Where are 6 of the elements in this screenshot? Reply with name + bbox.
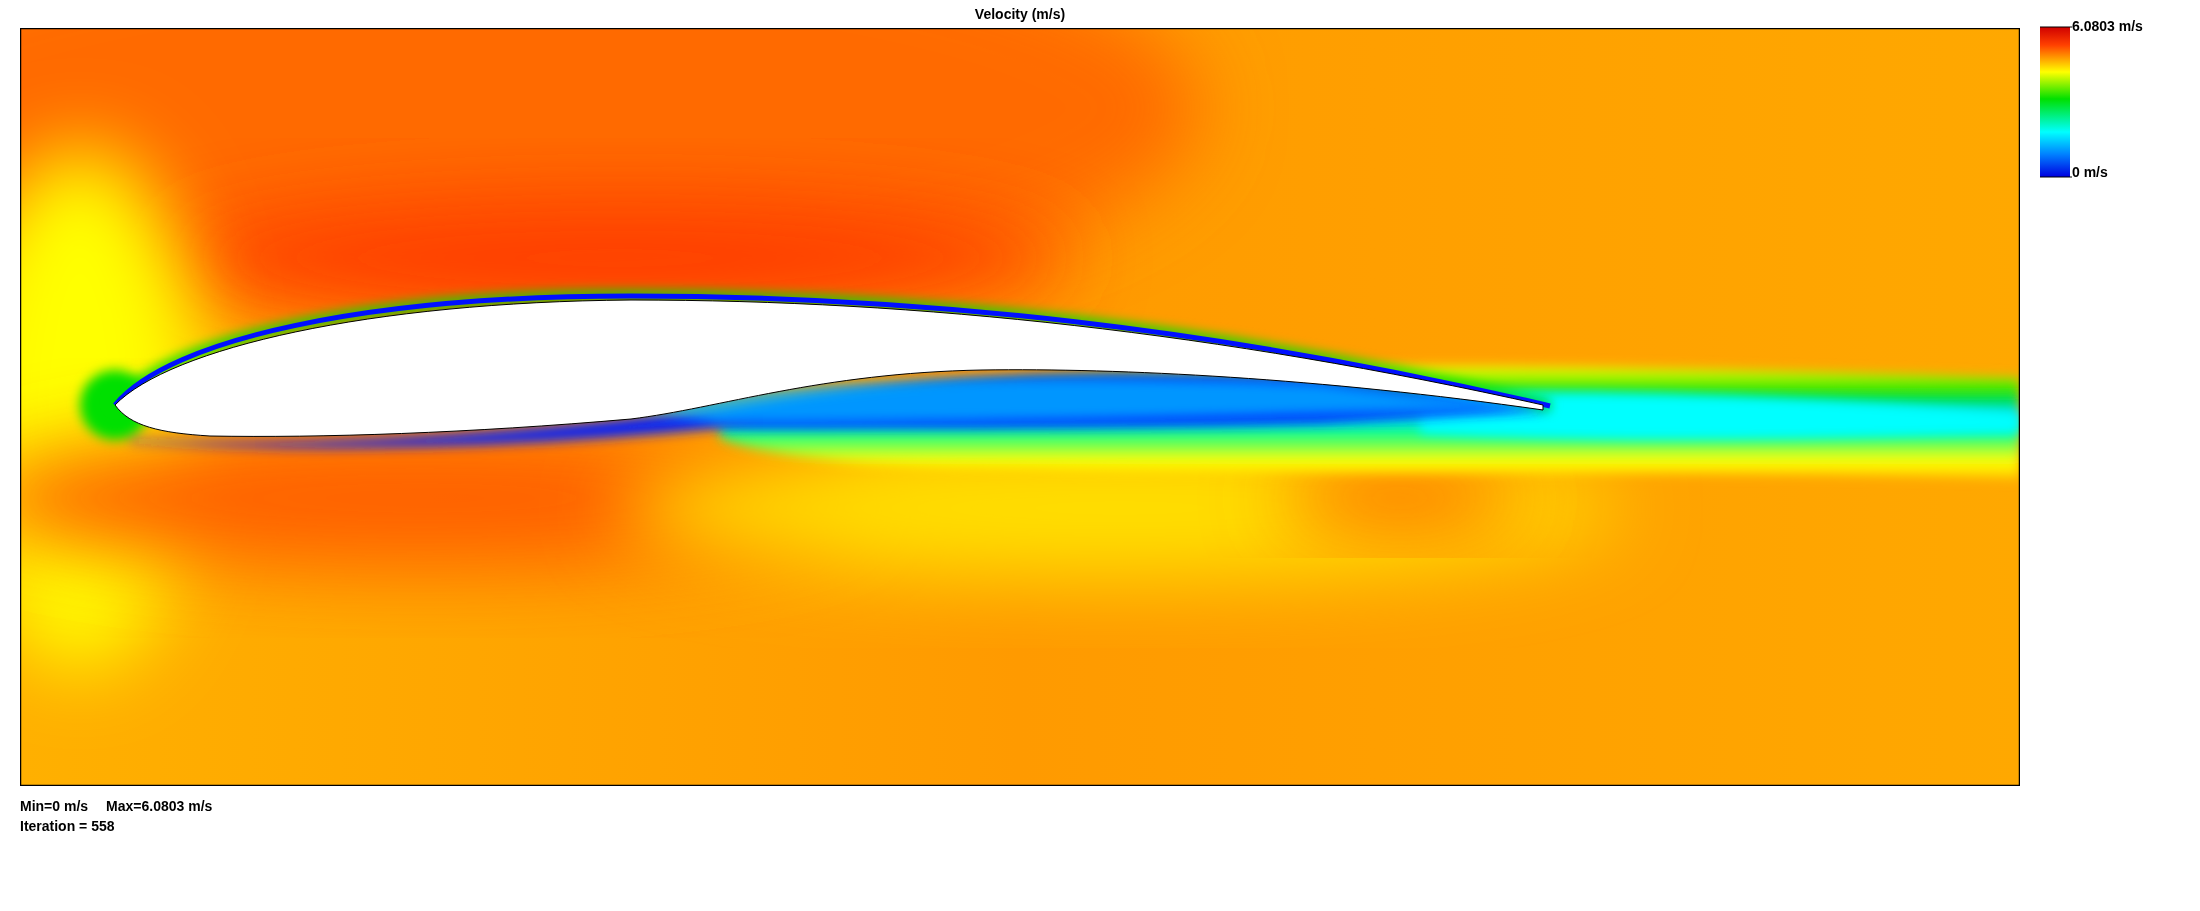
scale-max-label: 6.0803 m/s: [2072, 18, 2143, 34]
max-value-text: Max=6.0803 m/s: [106, 798, 213, 814]
scale-min-label: 0 m/s: [2072, 164, 2109, 180]
min-value-text: Min=0 m/s: [20, 798, 89, 814]
iteration-text: Iteration = 558: [20, 818, 116, 834]
plot-title: Velocity (m/s): [974, 6, 1066, 24]
